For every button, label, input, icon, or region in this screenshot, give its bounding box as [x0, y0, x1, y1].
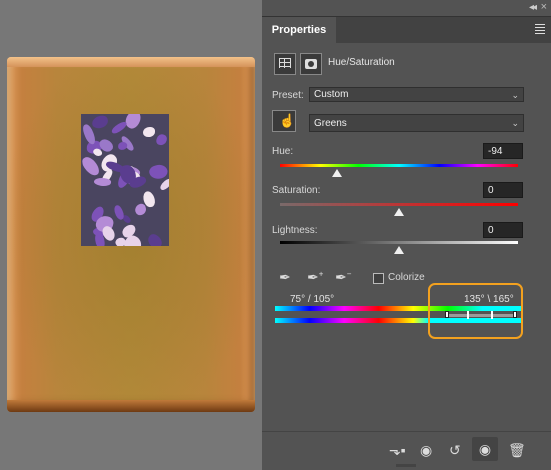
frame-top-bevel: [7, 57, 255, 67]
hamburger-menu-icon[interactable]: [535, 24, 545, 36]
flower-petal: [145, 232, 165, 246]
eyedropper-subtract-icon[interactable]: ✒−: [335, 269, 353, 287]
adjustment-title: Hue/Saturation: [328, 57, 395, 68]
double-chevron-left-icon[interactable]: ◂◂: [529, 2, 537, 13]
panel-tab-bar: Properties: [262, 16, 551, 43]
flower-petal: [143, 127, 155, 138]
panel-title-bar: ◂◂ ×: [262, 0, 551, 16]
range-left-values: 75° / 105°: [290, 294, 335, 305]
view-previous-state-icon[interactable]: ◉: [420, 442, 432, 459]
tab-properties[interactable]: Properties: [262, 17, 336, 43]
saturation-label: Saturation:: [272, 185, 321, 196]
targeted-adjustment-hand-icon[interactable]: ☝: [272, 110, 296, 132]
lightness-slider-thumb[interactable]: [394, 246, 404, 254]
preset-value: Custom: [314, 89, 349, 100]
hue-slider-thumb[interactable]: [331, 169, 342, 177]
channel-dropdown[interactable]: Greens ⌄: [309, 114, 524, 132]
flower-petal: [155, 132, 169, 147]
preset-dropdown[interactable]: Custom ⌄: [309, 87, 524, 102]
flower-petal: [110, 120, 129, 135]
hue-label: Hue:: [272, 146, 294, 157]
flower-petal: [81, 153, 102, 179]
hue-input[interactable]: -94: [483, 143, 523, 159]
saturation-slider[interactable]: [280, 203, 518, 206]
layer-mask-icon[interactable]: [300, 53, 322, 75]
chevron-down-icon: ⌄: [511, 118, 519, 128]
flower-petal: [90, 115, 109, 130]
frame-bottom-bevel: [7, 400, 255, 412]
saturation-slider-thumb[interactable]: [394, 208, 404, 216]
colorize-label: Colorize: [388, 272, 425, 283]
flower-photo: [81, 114, 169, 246]
colorize-checkbox[interactable]: [373, 273, 384, 284]
eyedropper-add-icon[interactable]: ✒+: [307, 269, 325, 287]
lightness-input[interactable]: 0: [483, 222, 523, 238]
trash-icon[interactable]: 🗑: [508, 442, 526, 459]
channel-value: Greens: [314, 118, 347, 129]
close-icon[interactable]: ×: [541, 1, 547, 13]
preset-label: Preset:: [272, 90, 304, 101]
flower-petal: [117, 141, 128, 151]
range-highlight-box: [428, 283, 523, 339]
panel-body: Hue/Saturation Preset: Custom ⌄ ☝ Greens…: [262, 43, 551, 470]
properties-panel: ◂◂ × Properties Hue/Saturation Preset: C…: [262, 0, 551, 470]
panel-bottom-bar: ⬎▪ ◉ ↺ ◉ 🗑: [262, 431, 551, 470]
eyedropper-icon[interactable]: ✒: [279, 269, 297, 287]
eye-icon[interactable]: ◉: [472, 437, 498, 461]
flower-petal: [133, 203, 147, 217]
lightness-label: Lightness:: [272, 225, 318, 236]
saturation-input[interactable]: 0: [483, 182, 523, 198]
chevron-down-icon: ⌄: [511, 90, 519, 100]
clip-to-layer-icon[interactable]: ⬎▪: [389, 442, 406, 459]
scroll-grip: [396, 464, 416, 467]
hue-saturation-adjustment-icon[interactable]: [274, 53, 296, 75]
reset-icon[interactable]: ↺: [449, 442, 461, 459]
hue-slider[interactable]: [280, 164, 518, 167]
lightness-slider[interactable]: [280, 241, 518, 244]
flower-petal: [158, 177, 169, 192]
